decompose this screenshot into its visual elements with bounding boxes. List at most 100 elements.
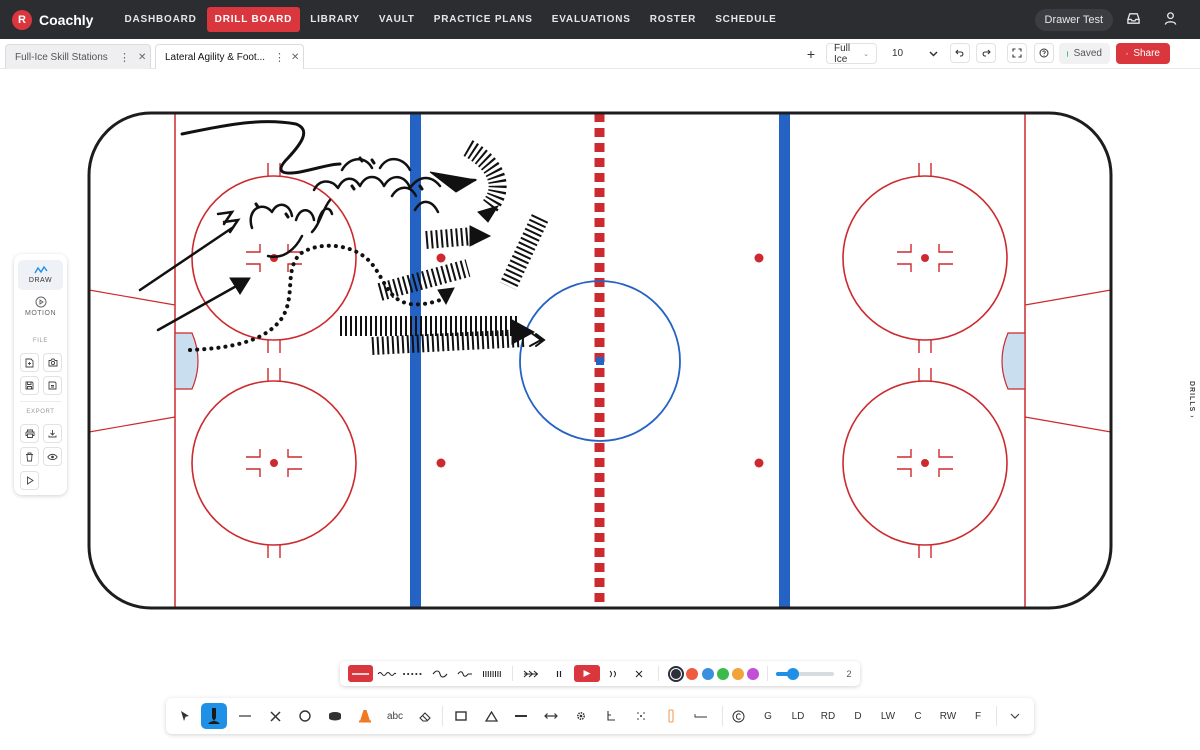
size-select[interactable]: 10 — [884, 43, 942, 64]
corner-line-tool[interactable] — [598, 703, 624, 729]
new-file-button[interactable] — [20, 353, 39, 372]
stop-start-style[interactable] — [480, 665, 504, 682]
color-swatch-red[interactable] — [686, 668, 698, 680]
save-icon — [25, 381, 34, 390]
fullscreen-button[interactable] — [1007, 43, 1027, 63]
line-width-slider[interactable] — [776, 668, 834, 680]
pause-end[interactable] — [552, 665, 566, 682]
player-right-wing-tool[interactable]: RW — [935, 703, 961, 729]
stick-icon — [668, 709, 674, 723]
help-button[interactable] — [1034, 43, 1054, 63]
nav-practice-plans[interactable]: PRACTICE PLANS — [425, 8, 542, 31]
sparkle-tool[interactable] — [628, 703, 654, 729]
player-left-wing-tool[interactable]: LW — [875, 703, 901, 729]
inbox-icon[interactable] — [1126, 11, 1142, 27]
stick-tool[interactable] — [658, 703, 684, 729]
no-end-cap[interactable] — [632, 665, 646, 682]
color-swatch-blue[interactable] — [702, 668, 714, 680]
share-button[interactable]: Share — [1116, 43, 1170, 64]
draw-icon — [33, 265, 48, 274]
nav-vault[interactable]: VAULT — [370, 8, 424, 31]
gear-tool[interactable] — [568, 703, 594, 729]
line-tool[interactable] — [232, 703, 258, 729]
nav-evaluations[interactable]: EVALUATIONS — [543, 8, 640, 31]
print-button[interactable] — [20, 424, 39, 443]
color-swatch-orange[interactable] — [732, 668, 744, 680]
play-circle-icon — [35, 296, 46, 308]
player-left-defense-tool[interactable]: LD — [785, 703, 811, 729]
dotted-line-style[interactable] — [402, 665, 426, 682]
nav-drill-board[interactable]: DRILL BOARD — [206, 7, 301, 32]
color-swatch-green[interactable] — [717, 668, 729, 680]
drill-board-canvas[interactable] — [0, 69, 1200, 659]
camera-icon — [48, 358, 57, 367]
circle-icon — [299, 710, 311, 722]
chevron-down-icon — [929, 50, 938, 57]
player-forward-tool[interactable]: F — [965, 703, 991, 729]
curved-line-style[interactable] — [430, 665, 450, 682]
nav-dashboard[interactable]: DASHBOARD — [115, 8, 205, 31]
user-menu-button[interactable]: Drawer Test — [1034, 9, 1113, 31]
play-button[interactable] — [20, 471, 39, 490]
solid-line-style[interactable] — [348, 665, 373, 682]
more-tools-button[interactable] — [1002, 703, 1028, 729]
nav-roster[interactable]: ROSTER — [641, 8, 705, 31]
bar-tool[interactable] — [508, 703, 534, 729]
underline-tool[interactable] — [688, 703, 714, 729]
shot-end[interactable] — [606, 665, 622, 682]
circle-tool[interactable] — [292, 703, 318, 729]
rectangle-tool[interactable] — [448, 703, 474, 729]
nav-library[interactable]: LIBRARY — [301, 8, 369, 31]
drills-side-tab[interactable]: DRILLS › — [1183, 360, 1200, 440]
line-width-thumb[interactable] — [787, 668, 799, 680]
toolbar-divider — [442, 706, 443, 726]
player-goalie-tool[interactable]: G — [755, 703, 781, 729]
draw-tool[interactable] — [201, 703, 227, 729]
mode-motion-label: MOTION — [25, 310, 56, 317]
eraser-tool[interactable] — [412, 703, 438, 729]
player-center-tool[interactable]: C — [905, 703, 931, 729]
more-vertical-icon[interactable]: ⋮ — [274, 51, 285, 64]
wavy-line-icon — [377, 671, 397, 676]
triple-arrow-end[interactable] — [521, 665, 545, 682]
double-arrow-tool[interactable] — [538, 703, 564, 729]
x-marker-tool[interactable] — [262, 703, 288, 729]
rink-type-select[interactable]: Full Ice ⌄ — [826, 43, 877, 65]
cone-tool[interactable] — [352, 703, 378, 729]
nav-schedule[interactable]: SCHEDULE — [706, 8, 785, 31]
close-icon — [635, 670, 643, 677]
app-logo[interactable]: R Coachly — [12, 9, 115, 30]
select-tool[interactable] — [172, 703, 198, 729]
mode-motion[interactable]: MOTION — [18, 294, 63, 324]
underline-icon — [694, 714, 707, 718]
close-icon[interactable]: ✕ — [138, 52, 146, 63]
download-button[interactable] — [43, 424, 62, 443]
player-right-defense-tool[interactable]: RD — [815, 703, 841, 729]
tab-lateral-agility[interactable]: Lateral Agility & Foot... ⋮ ✕ — [155, 44, 304, 69]
mode-draw[interactable]: DRAW — [18, 260, 63, 290]
coach-marker-tool[interactable] — [725, 703, 751, 729]
color-swatch-purple[interactable] — [747, 668, 759, 680]
tab-full-ice-skill-stations[interactable]: Full-Ice Skill Stations ⋮ ✕ — [5, 44, 151, 69]
clear-board-button[interactable] — [20, 447, 39, 466]
arrow-end-selected[interactable] — [574, 665, 600, 682]
add-button[interactable]: + — [803, 43, 819, 64]
snapshot-button[interactable] — [43, 353, 62, 372]
puck-tool[interactable] — [322, 703, 348, 729]
rectangle-icon — [455, 711, 467, 721]
preview-button[interactable] — [43, 447, 62, 466]
close-icon[interactable]: ✕ — [291, 52, 299, 63]
redo-button[interactable] — [976, 43, 996, 63]
save-as-button[interactable] — [43, 376, 62, 395]
color-swatch-dark[interactable] — [671, 669, 681, 679]
player-defense-tool[interactable]: D — [845, 703, 871, 729]
undo-button[interactable] — [950, 43, 970, 63]
user-icon[interactable] — [1163, 11, 1179, 27]
triangle-tool[interactable] — [478, 703, 504, 729]
text-tool[interactable]: abc — [382, 703, 408, 729]
more-vertical-icon[interactable]: ⋮ — [119, 51, 130, 64]
save-button[interactable] — [20, 376, 39, 395]
wavy-line-style[interactable] — [376, 665, 398, 682]
backward-skate-style[interactable] — [454, 665, 476, 682]
neutral-zone-dot — [436, 458, 446, 468]
